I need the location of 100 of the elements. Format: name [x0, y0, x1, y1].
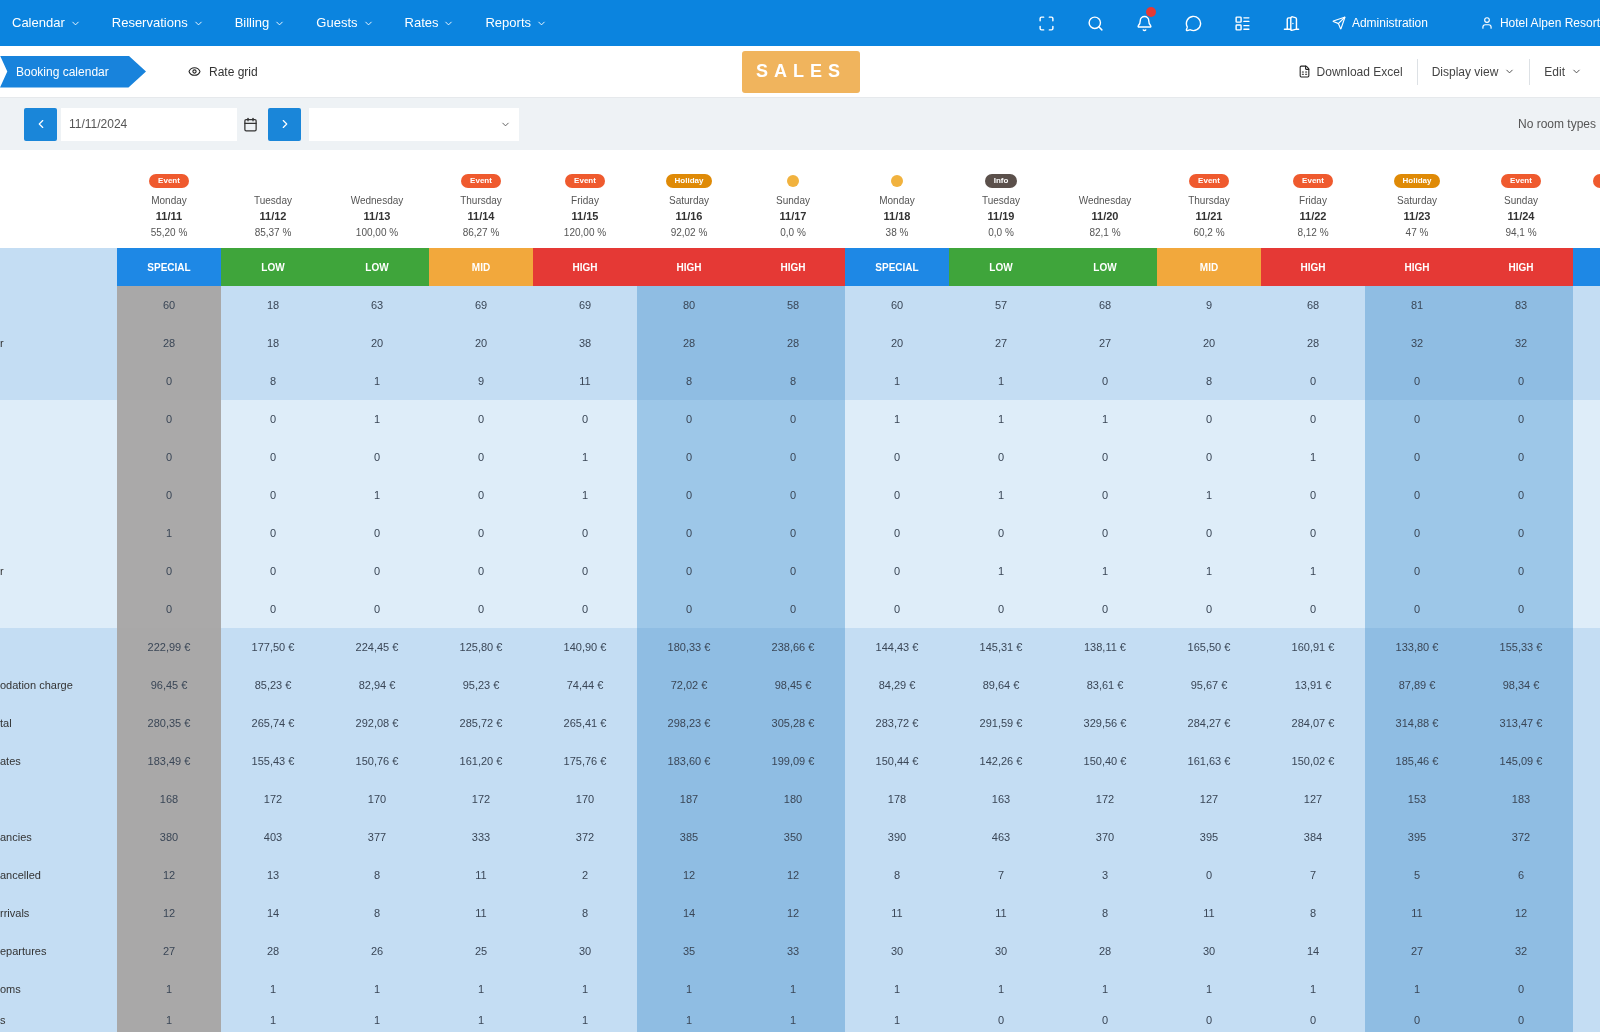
- table-cell: 0: [1365, 552, 1469, 590]
- table-cell: 183: [1469, 780, 1573, 818]
- row-label: r: [0, 563, 4, 579]
- toolbar-action-button[interactable]: Display view: [1417, 62, 1530, 81]
- table-cell: 28: [741, 324, 845, 362]
- notification-icon[interactable]: [1135, 14, 1153, 32]
- table-cell: 8: [741, 362, 845, 400]
- row-label: oms: [0, 981, 21, 997]
- date-label: 11/14: [467, 209, 495, 224]
- table-cell: 133,80 €: [1365, 628, 1469, 666]
- table-cell-text: 1: [1204, 487, 1214, 503]
- status-band: LOW: [1053, 248, 1157, 286]
- door-icon[interactable]: [1282, 14, 1300, 32]
- table-cell-text: 155,43 €: [250, 753, 296, 769]
- table-cell: 0: [117, 552, 221, 590]
- occupancy-percent: 82,1 %: [1089, 226, 1121, 240]
- table-cell-text: 1: [892, 411, 902, 427]
- table-cell-text: 28: [1305, 335, 1321, 351]
- table-cell-text: 145,31 €: [978, 639, 1024, 655]
- table-cell: 6: [1469, 856, 1573, 894]
- table-cell: 1: [741, 970, 845, 1008]
- row-label: ancelled: [0, 867, 41, 883]
- day-name: Tuesday: [254, 194, 292, 208]
- rate-grid-link[interactable]: Rate grid: [188, 62, 258, 81]
- date-label: 11/18: [883, 209, 911, 224]
- table-cell-text: 7: [1308, 867, 1318, 883]
- table-cell-text: 1: [1204, 981, 1214, 997]
- date-label: 11/11: [155, 209, 183, 224]
- table-cell-text: 384: [1302, 829, 1324, 845]
- table-cell-text: 265,41 €: [562, 715, 608, 731]
- chat-icon[interactable]: [1184, 14, 1202, 32]
- row-label: rrivals: [0, 905, 30, 921]
- toolbar-action-button[interactable]: Download Excel: [1283, 62, 1417, 81]
- nav-menu-item[interactable]: Reports: [483, 13, 549, 33]
- room-select-field[interactable]: [309, 107, 519, 141]
- day-name: Friday: [571, 194, 599, 208]
- table-cell: 380: [117, 818, 221, 856]
- table-cell-text: 395: [1198, 829, 1220, 845]
- nav-menu-item[interactable]: Guests: [314, 13, 376, 33]
- table-cell-text: 0: [892, 525, 902, 541]
- table-cell: 0: [117, 476, 221, 514]
- nav-menu-item[interactable]: Calendar: [10, 13, 83, 33]
- table-cell: 0: [1469, 970, 1573, 1008]
- table-cell-text: 0: [1204, 867, 1214, 883]
- table-cell: 280,35 €: [117, 704, 221, 742]
- breadcrumb-pill[interactable]: Booking calendar: [0, 55, 146, 88]
- day-name: Saturday: [669, 194, 709, 208]
- table-cell: 1: [117, 514, 221, 552]
- toolbar-action-button[interactable]: Edit: [1530, 62, 1596, 81]
- table-cell-text: 1: [372, 373, 382, 389]
- table-cell: 183,60 €: [637, 742, 741, 780]
- nav-menu-item[interactable]: Billing: [232, 13, 288, 33]
- next-button[interactable]: [268, 107, 301, 141]
- table-cell-text: 60: [889, 297, 905, 313]
- table-cell-text: 38: [577, 335, 593, 351]
- table-cell-text: 283,72 €: [874, 715, 920, 731]
- nav-menu-item[interactable]: Reservations: [109, 13, 206, 33]
- previous-button[interactable]: [24, 107, 57, 141]
- table-cell: 0: [1365, 1008, 1469, 1032]
- date-input-field[interactable]: 11/11/2024: [61, 107, 237, 141]
- table-cell: 0: [1469, 438, 1573, 476]
- calendar-icon[interactable]: [243, 116, 258, 132]
- table-cell-text: 11: [578, 373, 592, 389]
- table-cell: 83: [1469, 286, 1573, 324]
- status-band: MID: [1157, 248, 1261, 286]
- date-label: 11/24: [1507, 209, 1535, 224]
- table-cell-text: 0: [580, 525, 590, 541]
- occupancy-percent: 55,20 %: [150, 226, 188, 240]
- table-cell-text: 0: [268, 525, 278, 541]
- tag-badge: Event: [149, 174, 189, 188]
- table-cell-text: 89,64 €: [981, 677, 1021, 693]
- table-cell-text: 20: [1201, 335, 1217, 351]
- table-cell-text: 7: [996, 867, 1006, 883]
- tag-badge: Event: [1293, 174, 1333, 188]
- table-cell-text: 170: [574, 791, 596, 807]
- table-cell-text: 2: [580, 867, 590, 883]
- table-cell-text: 1: [372, 981, 382, 997]
- table-cell: 5: [1365, 856, 1469, 894]
- table-cell: 87,89 €: [1365, 666, 1469, 704]
- table-cell-text: 0: [892, 449, 902, 465]
- table-cell-text: 1: [996, 487, 1006, 503]
- user-menu[interactable]: Hotel Alpen Resort: [1479, 14, 1600, 32]
- table-cell-text: 150,40 €: [1082, 753, 1128, 769]
- table-cell-text: 9: [1204, 297, 1214, 313]
- table-cell-text: 0: [1204, 601, 1214, 617]
- table-cell-text: 140,90 €: [562, 639, 608, 655]
- occupancy-percent: 100,00 %: [355, 226, 399, 240]
- status-band: HIGH: [1469, 248, 1573, 286]
- search-icon[interactable]: [1086, 14, 1104, 32]
- table-cell: 350: [741, 818, 845, 856]
- row-label: s: [0, 1012, 6, 1028]
- table-cell-text: 0: [1100, 487, 1110, 503]
- table-cell-text: 1: [580, 1012, 590, 1028]
- table-cell-text: 25: [473, 943, 489, 959]
- nav-menu-item[interactable]: Rates: [402, 13, 457, 33]
- list-icon[interactable]: [1233, 14, 1251, 32]
- admin-link[interactable]: Administration: [1331, 14, 1428, 32]
- date-label: 11/16: [675, 209, 703, 224]
- table-cell-text: 84,29 €: [877, 677, 917, 693]
- expand-icon[interactable]: [1037, 14, 1055, 32]
